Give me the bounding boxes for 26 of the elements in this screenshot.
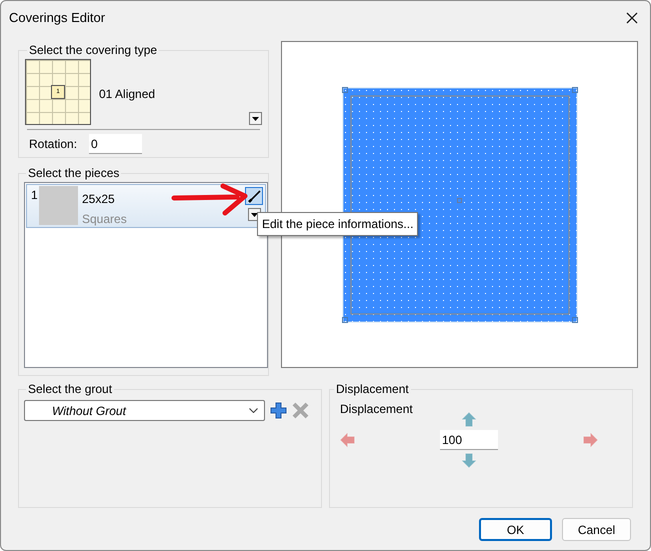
add-icon[interactable] — [270, 402, 287, 419]
caret-icon — [251, 212, 258, 216]
piece-size-label: 25x25 — [82, 191, 115, 208]
displacement-label: Displacement — [340, 401, 414, 418]
covering-name: 01 Aligned — [99, 86, 156, 103]
brush-icon — [248, 190, 260, 202]
chevron-down-icon — [249, 408, 258, 413]
piece-swatch — [39, 186, 78, 225]
tooltip: Edit the piece informations... — [257, 212, 418, 236]
piece-index: 1 — [31, 187, 39, 204]
group-label: Displacement — [335, 381, 410, 398]
displacement-field[interactable]: 100 — [440, 430, 498, 450]
close-icon[interactable] — [626, 12, 638, 24]
edit-piece-button[interactable] — [245, 187, 263, 205]
grout-select[interactable]: Without Grout — [24, 400, 265, 421]
caret-icon — [252, 116, 259, 120]
dialog-button[interactable]: Cancel — [562, 518, 631, 541]
piece-type-label: Squares — [82, 211, 127, 228]
dialog-button[interactable]: OK — [479, 518, 552, 541]
group-label: Select the grout — [27, 381, 114, 398]
group-label: Select the pieces — [27, 165, 120, 182]
rotation-label: Rotation: — [29, 136, 78, 153]
window-title: Coverings Editor — [9, 9, 106, 28]
rotation-field[interactable]: 0 — [89, 134, 142, 154]
group-label: Select the covering type — [28, 42, 158, 59]
dropdown-button[interactable] — [249, 112, 262, 125]
